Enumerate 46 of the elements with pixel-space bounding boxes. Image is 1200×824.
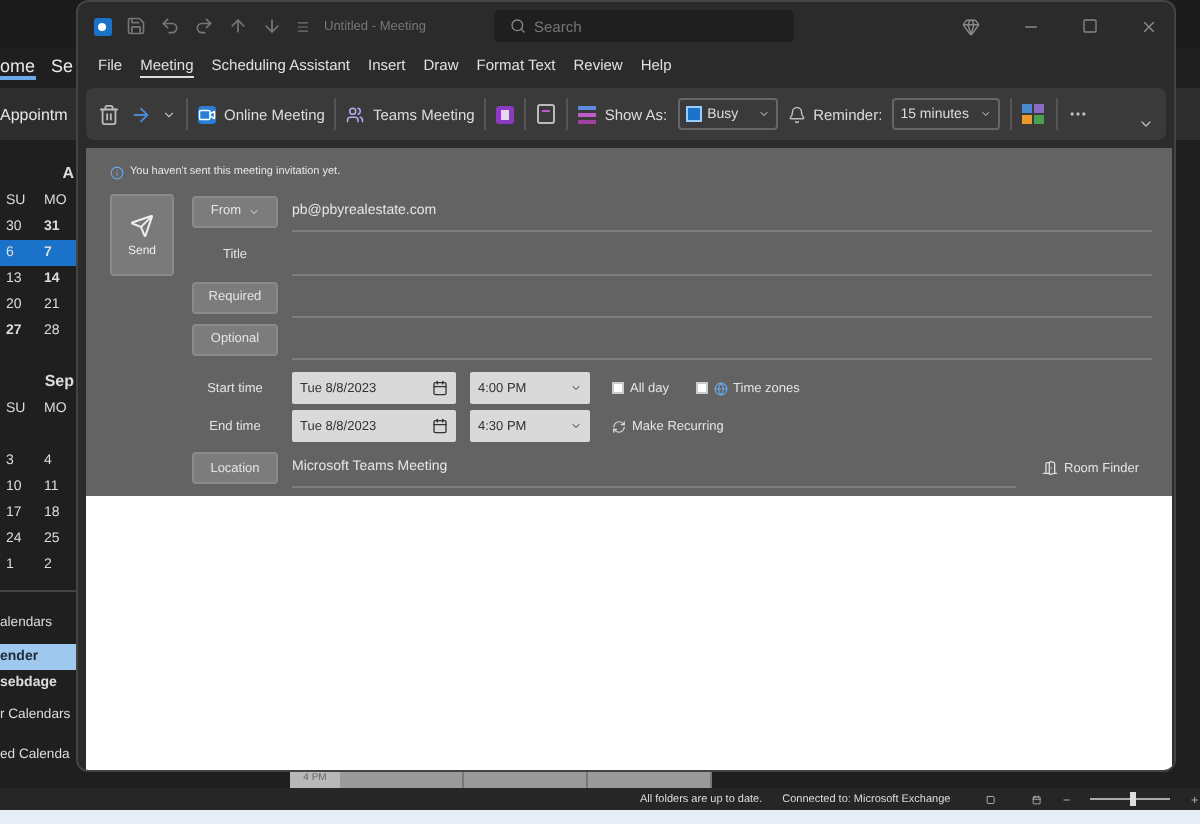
close-icon[interactable] — [1140, 17, 1158, 35]
outlook-icon — [94, 17, 112, 35]
people-icon — [346, 105, 365, 123]
normal-view-icon[interactable] — [986, 793, 996, 805]
ribbon-tab[interactable]: Se — [51, 56, 74, 80]
forward-arrow-icon[interactable] — [130, 103, 152, 125]
down-arrow-icon[interactable] — [262, 16, 282, 36]
caret-icon — [980, 108, 993, 120]
time-zones-checkbox[interactable] — [695, 382, 708, 394]
zoom-in-icon[interactable] — [1190, 793, 1200, 805]
diamond-icon[interactable] — [962, 17, 980, 35]
undo-icon[interactable] — [160, 16, 180, 36]
month-heading: Sep — [42, 370, 76, 394]
caret-icon[interactable] — [162, 107, 176, 121]
redo-icon[interactable] — [194, 16, 214, 36]
template-icon[interactable] — [536, 104, 557, 124]
search-icon — [510, 18, 526, 34]
send-icon — [130, 213, 154, 237]
reading-view-icon[interactable] — [1031, 793, 1042, 805]
categorize-icon[interactable] — [1022, 104, 1047, 124]
info-icon — [110, 165, 124, 179]
calendar-icon — [432, 418, 448, 434]
zoom-out-icon[interactable] — [1061, 793, 1071, 805]
delete-icon[interactable] — [98, 103, 120, 125]
caret-icon — [247, 205, 260, 217]
maximize-icon[interactable] — [1082, 18, 1098, 34]
bell-icon — [787, 105, 806, 123]
recurrence-icon — [612, 419, 626, 433]
save-icon[interactable] — [126, 16, 146, 36]
caret-icon — [570, 420, 582, 432]
caret-icon — [570, 382, 582, 394]
customize-icon[interactable] — [296, 19, 310, 33]
ribbon-tab[interactable]: ome — [0, 56, 36, 80]
stacked-bars-icon — [578, 105, 597, 123]
video-camera-icon — [198, 105, 216, 123]
zoom-thumb[interactable] — [1130, 792, 1137, 806]
expand-ribbon-icon[interactable] — [1138, 116, 1154, 132]
room-finder-icon — [1042, 460, 1058, 476]
new-appointment-button[interactable]: Appointm — [0, 105, 68, 123]
notebook-icon[interactable] — [496, 105, 515, 123]
month-heading: A — [60, 162, 76, 186]
up-arrow-icon[interactable] — [228, 16, 248, 36]
caret-icon — [757, 108, 770, 120]
all-day-checkbox[interactable] — [612, 382, 624, 394]
calendar-icon — [432, 380, 448, 396]
globe-icon — [713, 381, 728, 395]
